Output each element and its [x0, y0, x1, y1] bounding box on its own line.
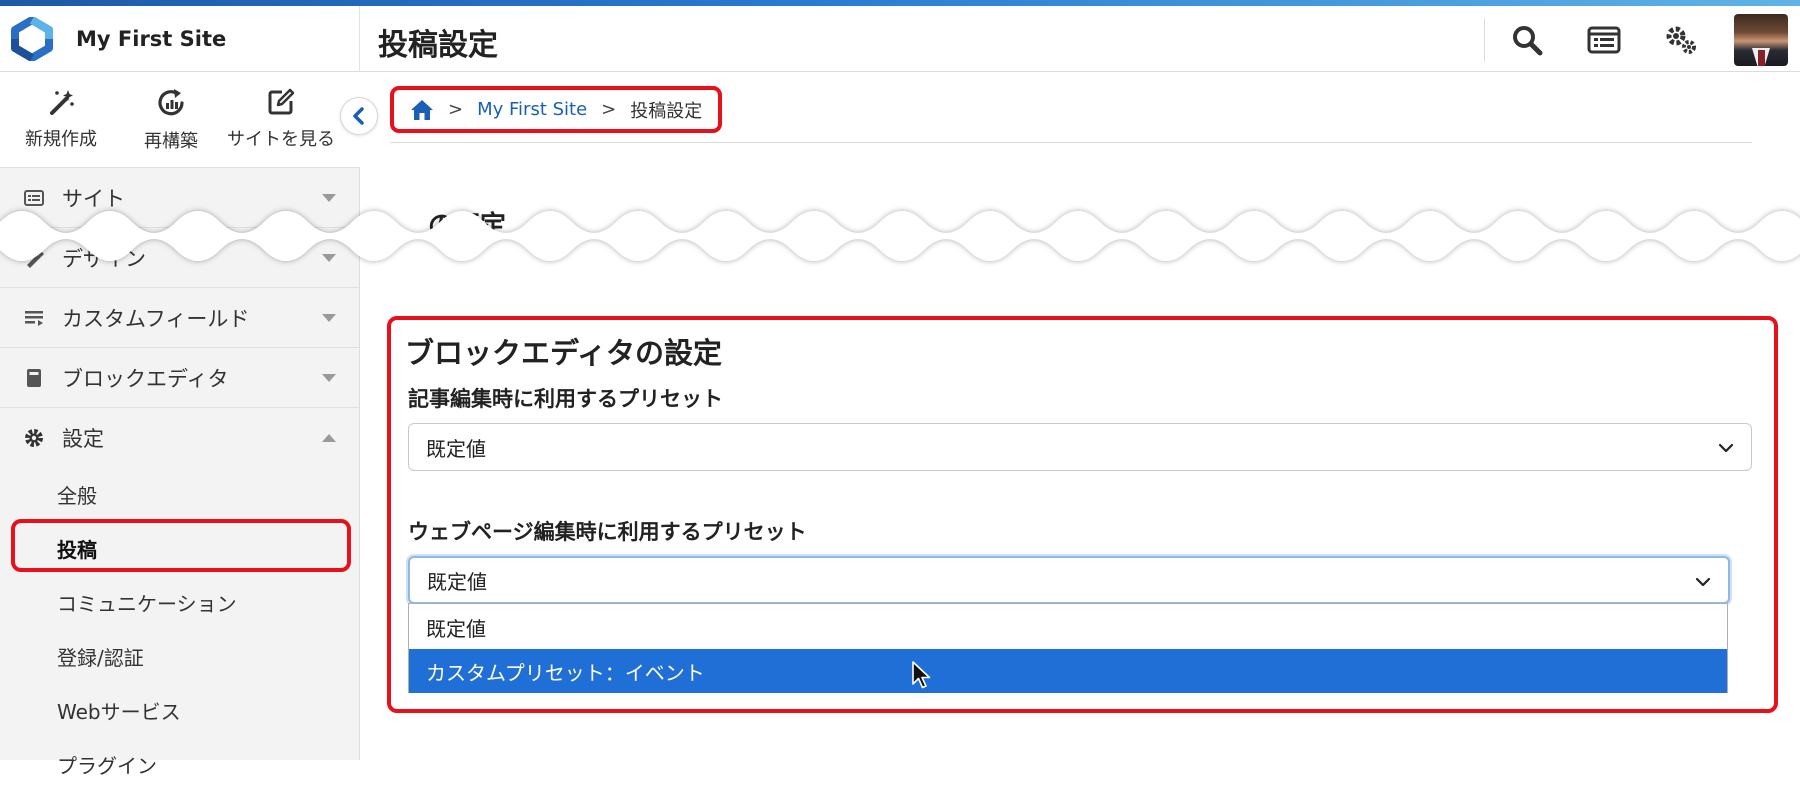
rebuild-icon	[158, 89, 184, 116]
page-preset-options-list: 既定値 カスタムプリセット：イベント	[408, 603, 1728, 693]
chevron-down-icon	[322, 314, 336, 322]
sidebar-item-settings[interactable]: 設定	[0, 407, 360, 467]
sidebar: 新規作成 再構築 サイトを見る サイト デザイン カスタムフィールド ブロックエ…	[0, 73, 378, 778]
rebuild-label: 再構築	[144, 131, 198, 152]
sidebar-subitem-web-services[interactable]: Webサービス	[0, 683, 360, 737]
site-icon	[22, 186, 46, 210]
chevron-down-icon	[322, 374, 336, 382]
home-icon[interactable]	[410, 99, 434, 121]
view-site-label: サイトを見る	[227, 129, 335, 150]
subitem-label: 全般	[57, 483, 97, 508]
magic-wand-icon	[50, 90, 74, 115]
subitem-label: 投稿	[57, 537, 97, 562]
sidebar-item-label: ブロックエディタ	[62, 366, 229, 391]
breadcrumb-separator: >	[601, 99, 617, 120]
user-avatar[interactable]	[1734, 14, 1788, 66]
subitem-label: 登録/認証	[57, 645, 144, 670]
view-site-button[interactable]: サイトを見る	[226, 87, 336, 151]
sidebar-subitem-entry[interactable]: 投稿	[0, 521, 360, 575]
chevron-down-icon	[1695, 577, 1711, 587]
preset-option-default[interactable]: 既定値	[409, 605, 1727, 649]
sidebar-subitem-general[interactable]: 全般	[0, 467, 360, 521]
header-divider	[1484, 18, 1485, 62]
sidebar-item-label: サイト	[62, 186, 125, 211]
partially-hidden-heading: の既定	[428, 211, 507, 241]
avatar-tie	[1758, 50, 1765, 66]
chevron-down-icon	[322, 254, 336, 262]
chevron-left-icon	[353, 107, 364, 125]
subitem-label: Webサービス	[57, 699, 181, 724]
list-view-icon[interactable]	[1584, 20, 1624, 60]
sidebar-item-design[interactable]: デザイン	[0, 227, 360, 287]
sidebar-collapse-button[interactable]	[340, 97, 378, 135]
page-preset-value: 既定値	[427, 569, 487, 594]
sidebar-item-label: カスタムフィールド	[62, 306, 250, 331]
breadcrumb-current: 投稿設定	[630, 100, 703, 122]
breadcrumb-site-link[interactable]: My First Site	[477, 99, 587, 120]
page-preset-select[interactable]: 既定値	[408, 556, 1730, 604]
chevron-up-icon	[322, 434, 336, 442]
entry-preset-value: 既定値	[426, 436, 486, 461]
settings-cogs-icon[interactable]	[1661, 20, 1701, 60]
chevron-down-icon	[322, 194, 336, 202]
page-title: 投稿設定	[378, 28, 498, 63]
site-brand[interactable]: My First Site	[0, 6, 360, 72]
option-label: 既定値	[426, 616, 486, 641]
breadcrumb-divider	[390, 142, 1752, 143]
quick-actions: 新規作成 再構築 サイトを見る	[0, 73, 360, 167]
entry-preset-select[interactable]: 既定値	[408, 423, 1752, 471]
entry-preset-label: 記事編集時に利用するプリセット	[408, 387, 723, 411]
rebuild-button[interactable]: 再構築	[116, 87, 226, 153]
site-name: My First Site	[76, 27, 227, 51]
breadcrumb-separator: >	[448, 99, 464, 120]
sidebar-item-custom-fields[interactable]: カスタムフィールド	[0, 287, 360, 347]
preset-option-custom-event[interactable]: カスタムプリセット：イベント	[409, 649, 1727, 693]
new-entry-button[interactable]: 新規作成	[6, 87, 116, 151]
app-header: My First Site 投稿設定	[0, 6, 1800, 72]
sidebar-item-block-editor[interactable]: ブロックエディタ	[0, 347, 360, 407]
sidebar-subitem-communication[interactable]: コミュニケーション	[0, 575, 360, 629]
sidebar-item-label: デザイン	[62, 246, 146, 271]
search-icon[interactable]	[1507, 20, 1547, 60]
external-view-icon	[268, 88, 295, 115]
subitem-label: プラグイン	[57, 753, 157, 778]
chevron-down-icon	[1718, 443, 1734, 453]
new-entry-label: 新規作成	[25, 129, 97, 150]
design-icon	[22, 246, 46, 270]
subitem-label: コミュニケーション	[57, 591, 237, 616]
breadcrumb: > My First Site > 投稿設定	[390, 86, 722, 133]
sidebar-item-site[interactable]: サイト	[0, 167, 360, 227]
sidebar-subitem-plugins[interactable]: プラグイン	[0, 737, 360, 791]
section-title: ブロックエディタの設定	[405, 336, 722, 370]
page-preset-label: ウェブページ編集時に利用するプリセット	[408, 520, 807, 544]
block-editor-icon	[22, 366, 46, 390]
option-label: カスタムプリセット：イベント	[426, 660, 705, 685]
gear-icon	[22, 426, 46, 450]
mouse-cursor-icon	[912, 661, 931, 689]
app-logo-icon	[11, 17, 53, 61]
sidebar-item-label: 設定	[62, 426, 104, 451]
custom-field-icon	[22, 306, 46, 330]
sidebar-subitem-registration[interactable]: 登録/認証	[0, 629, 360, 683]
